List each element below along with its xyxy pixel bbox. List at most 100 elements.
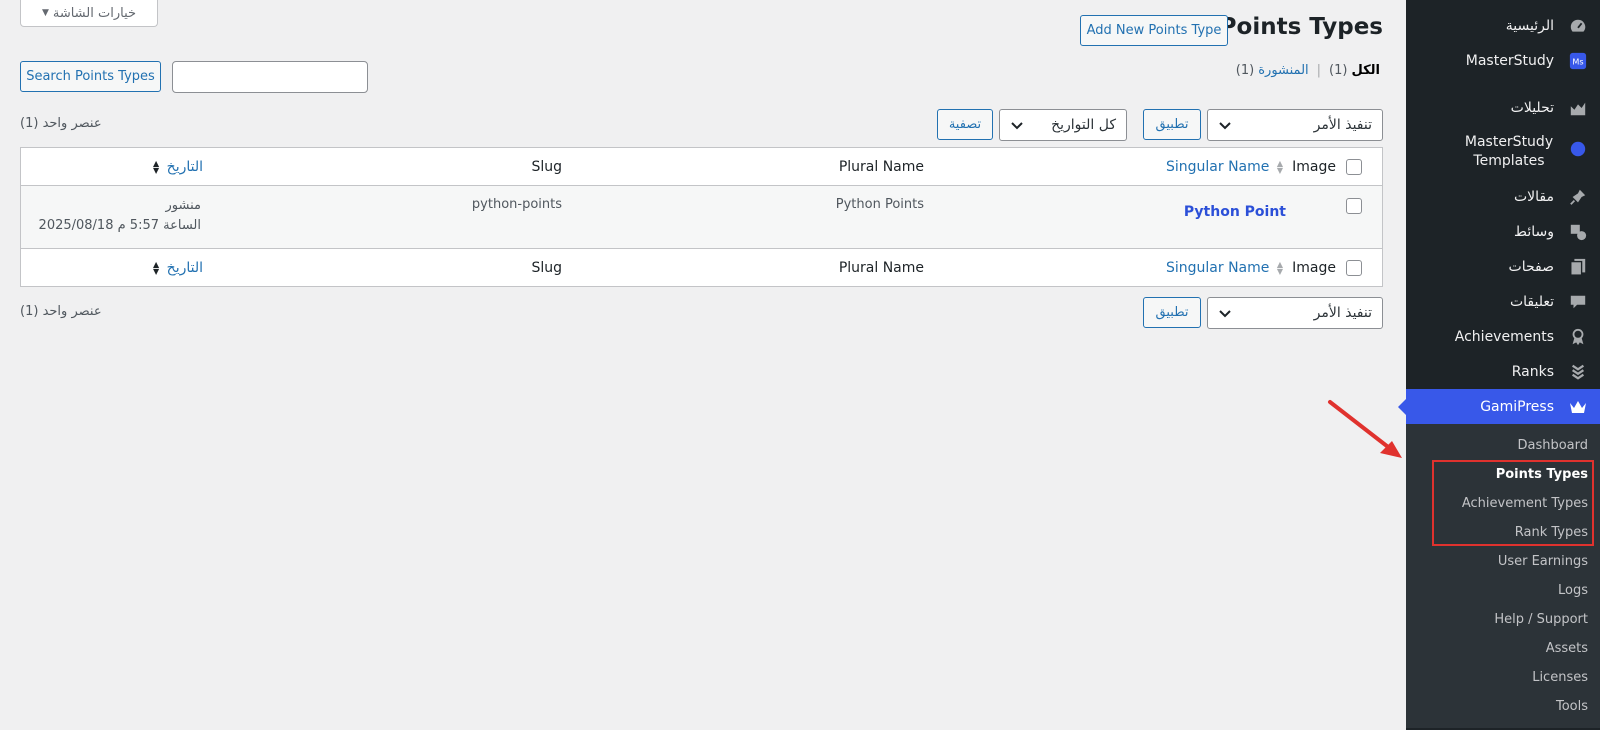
sidebar-item-label: مقالات [1513, 188, 1554, 205]
dashboard-icon [1568, 16, 1588, 36]
row-date: منشور 2025/08/18 الساعة 5:57 م [39, 196, 201, 236]
column-plural-name: Plural Name [838, 158, 924, 175]
column-slug: Slug [531, 259, 562, 276]
main-content: ▼ خيارات الشاشة Points Types Add New Poi… [0, 0, 1406, 730]
sidebar-item-gamipress[interactable]: GamiPress [1406, 389, 1600, 424]
bulk-action-select-bottom[interactable]: تنفيذ الأمر [1207, 297, 1383, 329]
date-filter-select[interactable]: كل التواريخ [999, 109, 1127, 141]
sidebar-item-home[interactable]: الرئيسية [1406, 8, 1600, 43]
table-footer: Image Singular Name ▲ ▼ Plural Name Slug … [21, 248, 1382, 286]
column-singular-label: Singular Name [1166, 259, 1270, 276]
apply-button-top[interactable]: تطبيق [1143, 109, 1201, 140]
masterstudy-icon: Ms [1568, 51, 1588, 71]
screen-options-button[interactable]: ▼ خيارات الشاشة [20, 0, 158, 27]
bulk-action-value: تنفيذ الأمر [1313, 117, 1372, 133]
svg-text:Ms: Ms [1572, 56, 1583, 66]
caret-down-icon: ▼ [41, 8, 49, 18]
points-types-table: Image Singular Name ▲ ▼ Plural Name Slug … [20, 147, 1383, 287]
sidebar-item-pages[interactable]: صفحات [1406, 249, 1600, 284]
sidebar-item-media[interactable]: وسائط [1406, 214, 1600, 249]
sidebar-item-label: GamiPress [1480, 398, 1554, 415]
items-count-bottom: عنصر واحد (1) [20, 304, 102, 319]
date-filter-value: كل التواريخ [1051, 117, 1116, 133]
sort-icon: ▲ ▼ [153, 158, 160, 175]
filter-published[interactable]: المنشورة [1258, 63, 1308, 78]
submenu-licenses[interactable]: Licenses [1406, 663, 1600, 692]
filter-separator: | [1316, 63, 1322, 78]
annotation-highlight-box [1432, 460, 1594, 546]
ranks-icon [1568, 362, 1588, 382]
chevron-down-icon [1219, 310, 1231, 318]
sidebar-item-label: Achievements [1454, 328, 1554, 345]
column-singular-name[interactable]: Singular Name ▲ ▼ [1166, 159, 1286, 175]
templates-icon [1568, 139, 1588, 159]
sidebar-item-posts[interactable]: مقالات [1406, 179, 1600, 214]
column-plural-name: Plural Name [838, 259, 924, 276]
sort-icon: ▲ ▼ [153, 259, 160, 276]
column-date[interactable]: التاريخ ▲ ▼ [150, 260, 203, 276]
crown-icon [1568, 397, 1588, 417]
sidebar-item-masterstudy[interactable]: MasterStudy Ms [1406, 43, 1600, 78]
row-singular-name[interactable]: Python Point [1184, 204, 1286, 220]
filter-button[interactable]: تصفية [937, 109, 993, 140]
bulk-action-value: تنفيذ الأمر [1313, 305, 1372, 321]
sidebar-item-label: الرئيسية [1505, 17, 1554, 34]
award-icon [1568, 327, 1588, 347]
filter-all-count: (1) [1329, 63, 1348, 78]
pin-icon [1568, 187, 1588, 207]
analytics-icon [1568, 98, 1588, 118]
submenu-logs[interactable]: Logs [1406, 576, 1600, 605]
apply-button-bottom[interactable]: تطبيق [1143, 297, 1201, 328]
sidebar-item-masterstudy-templates[interactable]: MasterStudy Templates [1406, 125, 1600, 179]
sidebar-item-label: Ranks [1511, 363, 1554, 380]
page-title: Points Types [1219, 14, 1383, 40]
pages-icon [1568, 257, 1588, 277]
row-slug: python-points [471, 197, 562, 212]
chevron-down-icon [1219, 122, 1231, 130]
row-checkbox[interactable] [1346, 198, 1362, 214]
filter-published-count: (1) [1235, 63, 1255, 78]
sidebar-item-label: تعليقات [1509, 293, 1554, 310]
row-status: منشور [165, 198, 201, 213]
column-singular-name[interactable]: Singular Name ▲ ▼ [1166, 260, 1286, 276]
comments-icon [1568, 292, 1588, 312]
items-count-top: عنصر واحد (1) [20, 116, 102, 131]
submenu-dashboard[interactable]: Dashboard [1406, 431, 1600, 460]
column-singular-label: Singular Name [1166, 158, 1270, 175]
submenu-tools[interactable]: Tools [1406, 692, 1600, 721]
add-new-points-type-button[interactable]: Add New Points Type [1080, 15, 1228, 46]
search-input[interactable] [172, 61, 368, 93]
sidebar-item-comments[interactable]: تعليقات [1406, 284, 1600, 319]
admin-sidebar: الرئيسية MasterStudy Ms تحليلات MasterSt… [1406, 0, 1600, 730]
column-image: Image [1292, 158, 1336, 175]
submenu-assets[interactable]: Assets [1406, 634, 1600, 663]
select-all-checkbox-bottom[interactable] [1346, 260, 1362, 276]
column-date-label: التاريخ [166, 259, 203, 276]
chevron-down-icon [1011, 122, 1023, 130]
sidebar-item-label: تحليلات [1510, 99, 1554, 116]
row-plural-name: Python Points [835, 197, 924, 212]
sidebar-item-analytics[interactable]: تحليلات [1406, 90, 1600, 125]
column-date[interactable]: التاريخ ▲ ▼ [150, 159, 203, 175]
status-filter-links: الكل (1) | المنشورة (1) [1236, 63, 1380, 78]
search-button[interactable]: Search Points Types [20, 61, 161, 92]
sort-icon: ▲ ▼ [1276, 158, 1283, 175]
column-date-label: التاريخ [166, 158, 203, 175]
sort-icon: ▲ ▼ [1276, 259, 1283, 276]
table-header: Image Singular Name ▲ ▼ Plural Name Slug … [21, 148, 1382, 186]
row-date-value: 2025/08/18 الساعة 5:57 م [38, 218, 201, 233]
media-icon [1568, 222, 1588, 242]
sidebar-item-achievements[interactable]: Achievements [1406, 319, 1600, 354]
sidebar-item-ranks[interactable]: Ranks [1406, 354, 1600, 389]
bulk-action-select-top[interactable]: تنفيذ الأمر [1207, 109, 1383, 141]
sidebar-item-label: صفحات [1508, 258, 1554, 275]
column-image: Image [1292, 259, 1336, 276]
submenu-help-support[interactable]: Help / Support [1406, 605, 1600, 634]
screen-options-label: خيارات الشاشة [52, 5, 137, 21]
submenu-user-earnings[interactable]: User Earnings [1406, 547, 1600, 576]
sidebar-item-label: MasterStudy [1465, 52, 1554, 69]
filter-all[interactable]: الكل [1351, 63, 1380, 78]
sidebar-item-label: وسائط [1514, 223, 1554, 240]
table-row: Python Point Python Points python-points… [21, 186, 1382, 248]
select-all-checkbox[interactable] [1346, 159, 1362, 175]
